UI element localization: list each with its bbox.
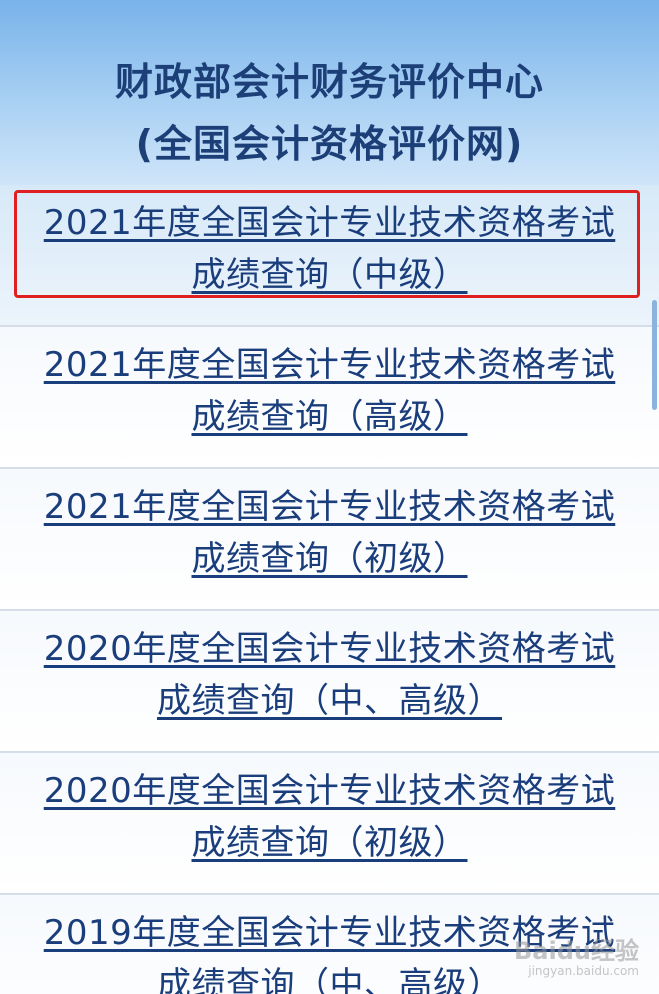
link-line2: 成绩查询（中、高级） bbox=[157, 965, 502, 994]
link-line1: 2021年度全国会计专业技术资格考试 bbox=[43, 345, 616, 385]
link-line2: 成绩查询（高级） bbox=[191, 397, 468, 437]
site-header: 财政部会计财务评价中心 (全国会计资格评价网) bbox=[0, 0, 659, 185]
score-query-link-2021-intermediate[interactable]: 2021年度全国会计专业技术资格考试 成绩查询（中级） bbox=[0, 185, 659, 301]
list-item: 2020年度全国会计专业技术资格考试 成绩查询（初级） bbox=[0, 753, 659, 895]
link-line1: 2019年度全国会计专业技术资格考试 bbox=[43, 913, 616, 953]
link-line1: 2020年度全国会计专业技术资格考试 bbox=[43, 771, 616, 811]
score-query-link-2020-junior[interactable]: 2020年度全国会计专业技术资格考试 成绩查询（初级） bbox=[0, 753, 659, 869]
list-item: 2021年度全国会计专业技术资格考试 成绩查询（高级） bbox=[0, 327, 659, 469]
link-line1: 2020年度全国会计专业技术资格考试 bbox=[43, 629, 616, 669]
link-line2: 成绩查询（中、高级） bbox=[157, 681, 502, 721]
scrollbar[interactable] bbox=[652, 300, 657, 410]
site-title: 财政部会计财务评价中心 bbox=[114, 60, 544, 104]
list-item: 2020年度全国会计专业技术资格考试 成绩查询（中、高级） bbox=[0, 611, 659, 753]
score-query-link-2020-intermediate-senior[interactable]: 2020年度全国会计专业技术资格考试 成绩查询（中、高级） bbox=[0, 611, 659, 727]
page: 财政部会计财务评价中心 (全国会计资格评价网) 2021年度全国会计专业技术资格… bbox=[0, 0, 659, 994]
link-line2: 成绩查询（初级） bbox=[191, 539, 468, 579]
link-line2: 成绩查询（中级） bbox=[191, 255, 468, 295]
site-subtitle: (全国会计资格评价网) bbox=[135, 122, 524, 166]
list-item: 2021年度全国会计专业技术资格考试 成绩查询（中级） bbox=[0, 185, 659, 327]
link-line1: 2021年度全国会计专业技术资格考试 bbox=[43, 487, 616, 527]
link-line1: 2021年度全国会计专业技术资格考试 bbox=[43, 203, 616, 243]
link-line2: 成绩查询（初级） bbox=[191, 823, 468, 863]
score-query-list: 2021年度全国会计专业技术资格考试 成绩查询（中级） 2021年度全国会计专业… bbox=[0, 185, 659, 994]
score-query-link-2019-intermediate-senior[interactable]: 2019年度全国会计专业技术资格考试 成绩查询（中、高级） bbox=[0, 895, 659, 994]
list-item: 2019年度全国会计专业技术资格考试 成绩查询（中、高级） bbox=[0, 895, 659, 994]
score-query-link-2021-junior[interactable]: 2021年度全国会计专业技术资格考试 成绩查询（初级） bbox=[0, 469, 659, 585]
list-item: 2021年度全国会计专业技术资格考试 成绩查询（初级） bbox=[0, 469, 659, 611]
score-query-link-2021-senior[interactable]: 2021年度全国会计专业技术资格考试 成绩查询（高级） bbox=[0, 327, 659, 443]
